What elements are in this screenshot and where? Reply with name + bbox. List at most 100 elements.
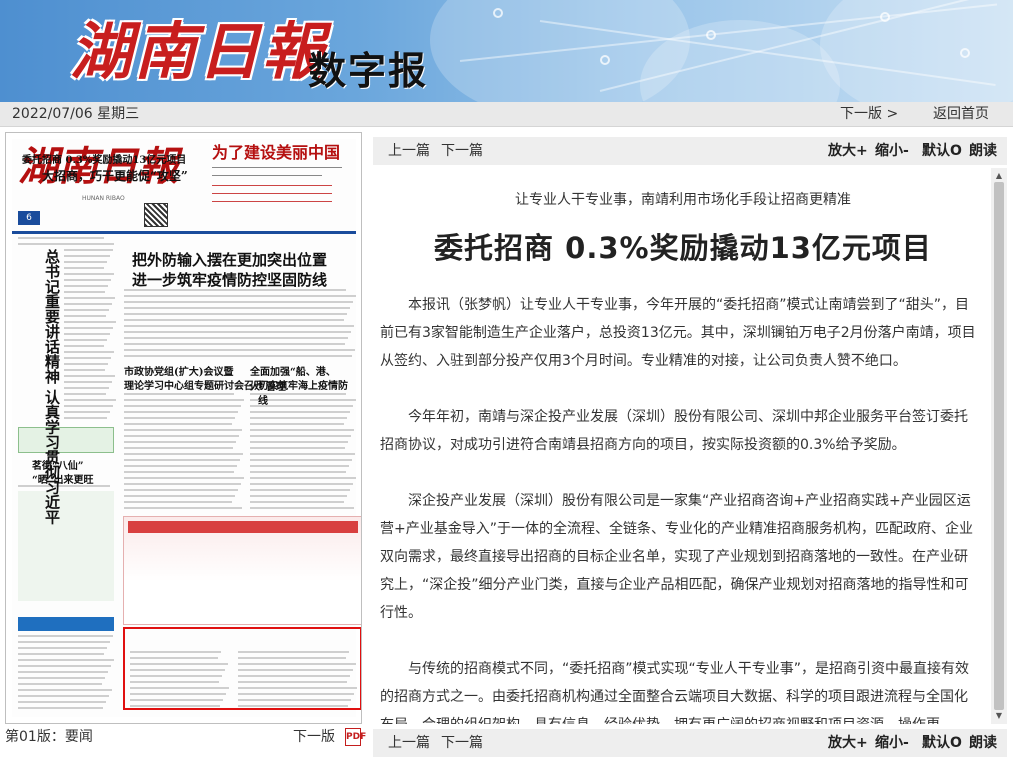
thumb-text-line: [64, 387, 109, 389]
thumb-text-line: [124, 459, 240, 461]
thumb-next-edition-link[interactable]: 下一版: [293, 727, 335, 747]
thumb-text-line: [250, 435, 351, 437]
thumb-divider: [12, 231, 356, 234]
thumb-text-line: [250, 429, 354, 431]
thumb-text-line: [18, 635, 113, 637]
thumb-text-line: [124, 465, 237, 467]
thumb-text-line: [250, 417, 347, 419]
thumb-text-line: [18, 683, 102, 685]
thumb-text-line: [124, 331, 351, 333]
thumb-text-line: [124, 411, 238, 413]
thumb-text-line: [250, 441, 348, 443]
article-subtitle: 让专业人干专业事，南靖利用市场化手段让招商更精准: [515, 192, 851, 208]
read-aloud-button[interactable]: 朗读: [969, 729, 997, 757]
thumb-text-line: [124, 393, 234, 395]
next-article-link[interactable]: 下一篇: [441, 729, 483, 757]
thumb-mid-headline-4: 切实筑牢海上疫情防线: [258, 381, 348, 407]
article-paragraph: 与传统的招商模式不同，“委托招商”模式实现“专业人干专业事”，是招商引资中最直接…: [380, 661, 970, 724]
thumb-left-headline-2: “晒”出来更旺: [32, 475, 94, 486]
banner-decoration: [493, 8, 503, 18]
thumb-lead-headline-1: 把外防输入摆在更加突出位置: [132, 251, 328, 269]
article-body: 本报讯（张梦帆）让专业人干专业事，今年开展的“委托招商”模式让南靖尝到了“甜头”…: [380, 291, 978, 724]
thumb-text-line: [64, 333, 110, 335]
article-paragraph: 本报讯（张梦帆）让专业人干专业事，今年开展的“委托招商”模式让南靖尝到了“甜头”…: [380, 297, 976, 369]
thumb-ad-headline: 大招商，巧干更能促“攻坚”: [42, 169, 188, 183]
thumb-text-line: [64, 375, 115, 377]
zoom-out-button[interactable]: 缩小-: [875, 729, 909, 757]
thumb-text-line: [124, 349, 355, 351]
thumb-text-line: [18, 707, 103, 709]
page-label: 第01版：要闻: [5, 729, 93, 745]
thumb-text-line: [18, 243, 114, 245]
thumb-text-line: [64, 303, 112, 305]
thumb-text-line: [18, 659, 114, 661]
thumb-text-line: [124, 313, 347, 315]
article-toolbar-bottom: 上一篇 下一篇 放大+ 缩小- 默认O 朗读: [373, 729, 1007, 757]
thumb-text-line: [124, 501, 232, 503]
thumb-text-line: [64, 405, 113, 407]
article-toolbar-top: 上一篇 下一篇 放大+ 缩小- 默认O 朗读: [373, 137, 1007, 165]
thumb-text-line: [250, 453, 355, 455]
scroll-down-arrow-icon[interactable]: ▼: [991, 708, 1007, 724]
thumb-text-line: [64, 261, 107, 263]
thumb-text-line: [124, 489, 238, 491]
thumb-text-line: [64, 411, 110, 413]
prev-article-link[interactable]: 上一篇: [388, 729, 430, 757]
scrollbar-thumb[interactable]: [994, 182, 1004, 710]
thumb-text-line: [124, 301, 353, 303]
thumb-text-line: [18, 695, 109, 697]
zoom-out-button[interactable]: 缩小-: [875, 137, 909, 165]
thumb-mid-headline-2: 理论学习中心组专题研讨会召开: [124, 381, 264, 392]
thumb-text-line: [18, 641, 110, 643]
page-thumbnail-frame: HUNAN RIBAO 6 湖南日報 为了建设美丽中国 总书记重要讲话精神 认真…: [5, 132, 362, 724]
thumb-text-line: [64, 249, 113, 251]
article-headline: 委托招商 0.3%奖励撬动13亿元项目: [434, 231, 932, 265]
thumb-text-line: [64, 273, 114, 275]
thumb-text-line: [64, 255, 110, 257]
thumb-text-line: [64, 291, 105, 293]
thumb-text-line: [250, 447, 345, 449]
article-content[interactable]: 让专业人干专业事，南靖利用市场化手段让招商更精准 委托招商 0.3%奖励撬动13…: [373, 168, 1007, 724]
thumb-mid-headline-1: 市政协党组(扩大)会议暨: [124, 367, 234, 378]
thumb-text-line: [250, 483, 353, 485]
thumb-text-line: [250, 501, 344, 503]
article-scrollbar[interactable]: ▲ ▼: [991, 168, 1007, 724]
thumb-text-line: [64, 393, 106, 395]
banner-decoration: [706, 30, 716, 40]
next-article-link[interactable]: 下一篇: [441, 137, 483, 165]
qr-code-icon: [144, 203, 168, 227]
zoom-in-button[interactable]: 放大+: [828, 729, 868, 757]
newspaper-logo: 湖南日報: [70, 15, 327, 88]
next-edition-link[interactable]: 下一版 >: [840, 102, 898, 127]
thumb-text-line: [250, 423, 344, 425]
thumb-text-line: [64, 297, 115, 299]
thumb-text-line: [124, 453, 243, 455]
default-size-button[interactable]: 默认O: [922, 729, 962, 757]
pdf-icon[interactable]: PDF: [345, 728, 366, 746]
default-size-button[interactable]: 默认O: [922, 137, 962, 165]
article-paragraph: 今年年初，南靖与深企投产业发展（深圳）股份有限公司、深圳中邦企业服务平台签订委托…: [380, 409, 968, 453]
thumb-text-line: [64, 351, 114, 353]
thumb-text-line: [250, 477, 356, 479]
thumb-text-line: [124, 423, 232, 425]
thumb-text-line: [64, 267, 104, 269]
home-link[interactable]: 返回首页: [933, 102, 989, 127]
thumb-text-line: [18, 647, 107, 649]
zoom-in-button[interactable]: 放大+: [828, 137, 868, 165]
newspaper-page-thumbnail[interactable]: HUNAN RIBAO 6 湖南日報 为了建设美丽中国 总书记重要讲话精神 认真…: [12, 139, 361, 717]
thumb-text-line: [18, 677, 105, 679]
thumb-text-line: [18, 653, 104, 655]
thumb-text-line: [124, 447, 233, 449]
thumb-text-line: [124, 343, 345, 345]
prev-article-link[interactable]: 上一篇: [388, 137, 430, 165]
thumb-highlight-headline: 委托招商 0.3%奖励撬动13亿元项目: [22, 155, 187, 166]
read-aloud-button[interactable]: 朗读: [969, 137, 997, 165]
thumb-selected-article[interactable]: [123, 627, 361, 710]
thumb-left-headline-1: 茗街“八仙”: [32, 461, 84, 472]
thumb-text-line: [124, 471, 234, 473]
date-nav-bar: 2022/07/06 星期三 下一版 > 返回首页: [0, 102, 1013, 127]
thumb-text-line: [64, 309, 109, 311]
banner-decoration: [820, 0, 1013, 102]
thumb-text-line: [64, 315, 106, 317]
thumb-text-line: [124, 483, 241, 485]
